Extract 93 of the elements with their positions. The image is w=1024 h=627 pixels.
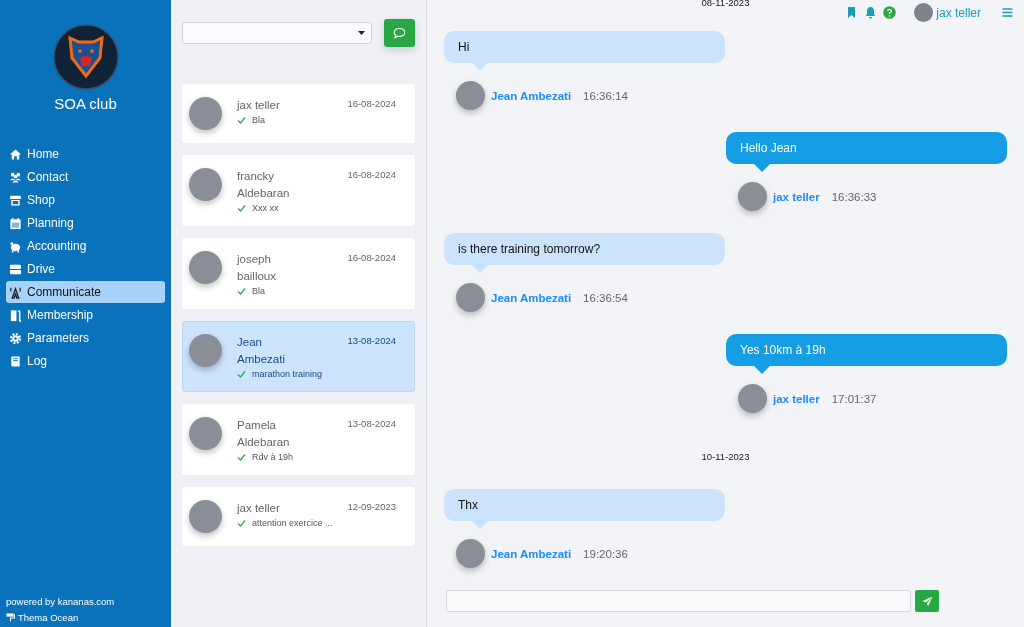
sidebar-item[interactable]: Membership — [6, 304, 165, 326]
message-time: 16:36:33 — [831, 190, 877, 203]
conversation-card[interactable]: jax teller 16-08-2024 Bla — [182, 84, 415, 143]
conversation-card[interactable]: jax teller 12-09-2023 attention exercice ... — [182, 487, 415, 546]
avatar-placeholder[interactable] — [914, 3, 934, 22]
message-preview: Bla — [252, 286, 265, 296]
message-input[interactable] — [446, 590, 911, 612]
avatar-placeholder — [456, 539, 485, 568]
sidebar-item[interactable]: Communicate — [6, 281, 165, 303]
sidebar-item[interactable]: Accounting — [6, 235, 165, 257]
avatar-placeholder — [456, 81, 485, 110]
contact-name: jax teller — [237, 98, 281, 113]
club-name: SOA club — [54, 95, 117, 112]
sidebar-item[interactable]: Home — [6, 143, 165, 165]
sidebar-item[interactable]: Contact — [6, 166, 165, 188]
check-icon — [237, 370, 246, 378]
door-icon — [9, 308, 22, 322]
message-time: 19:20:36 — [583, 547, 628, 560]
message-time: 16:36:14 — [583, 89, 628, 102]
conversation-card[interactable]: Jean Ambezati 13-08-2024 marathon training — [182, 321, 415, 392]
contact-name: Jean Ambezati — [237, 335, 286, 367]
sender-name: Jean Ambezati — [491, 291, 572, 304]
conversation-date: 16-08-2024 — [347, 98, 396, 109]
home-icon — [9, 147, 22, 161]
avatar-placeholder — [189, 500, 222, 533]
contact-name: jax teller — [237, 501, 281, 516]
settings-icon — [9, 331, 22, 345]
powered-by-text: powered by kananas.com — [6, 596, 116, 607]
avatar-placeholder — [189, 168, 222, 201]
theme-link[interactable]: Thema Ocean — [18, 612, 79, 623]
message-preview: Rdv à 19h — [252, 452, 294, 462]
message-bubble: Yes 10km à 19h — [726, 334, 1007, 374]
check-icon — [237, 116, 246, 124]
conversation-date: 16-08-2024 — [347, 169, 396, 180]
calendar-icon — [9, 216, 22, 230]
contact-name: joseph bailloux — [237, 252, 277, 284]
avatar-placeholder — [189, 251, 222, 284]
conversation-date: 13-08-2024 — [347, 335, 396, 346]
conversation-date: 16-08-2024 — [347, 252, 396, 263]
avatar-placeholder — [456, 283, 485, 312]
chat-bubble-icon — [393, 27, 406, 39]
user-name[interactable]: jax teller — [936, 5, 981, 20]
date-separator: 08-11-2023 — [701, 0, 750, 9]
sender-name: jax teller — [773, 190, 820, 203]
message-bubble: is there training tomorrow? — [444, 233, 725, 273]
message-time: 16:36:54 — [583, 291, 628, 304]
check-icon — [237, 519, 246, 527]
send-button[interactable] — [915, 590, 939, 612]
caret-icon — [358, 31, 365, 35]
message-bubble: Hello Jean — [726, 132, 1007, 172]
conversation-date: 13-08-2024 — [347, 418, 396, 429]
contact-name: Pamela Aldebaran — [237, 418, 291, 450]
message-bubble: Hi — [444, 31, 725, 71]
avatar-placeholder — [738, 182, 767, 211]
sender-name: Jean Ambezati — [491, 89, 572, 102]
sidebar-item[interactable]: Drive — [6, 258, 165, 280]
avatar-placeholder — [189, 334, 222, 367]
conversation-card[interactable]: francky Aldebaran 16-08-2024 Xxx xx — [182, 155, 415, 226]
store-icon — [9, 193, 22, 207]
check-icon — [237, 453, 246, 461]
message-preview: attention exercice ... — [252, 518, 333, 528]
antenna-icon — [9, 285, 22, 299]
paper-plane-icon — [921, 595, 933, 607]
sender-name: jax teller — [773, 392, 820, 405]
bell-icon[interactable] — [864, 6, 878, 19]
conversation-card[interactable]: Pamela Aldebaran 13-08-2024 Rdv à 19h — [182, 404, 415, 475]
date-separator: 10-11-2023 — [701, 451, 750, 463]
menu-icon[interactable] — [1001, 6, 1014, 19]
message-preview: Bla — [252, 115, 265, 125]
drive-icon — [9, 262, 22, 276]
conversation-card[interactable]: joseph bailloux 16-08-2024 Bla — [182, 238, 415, 309]
sidebar-item[interactable]: Log — [6, 350, 165, 372]
help-icon[interactable] — [883, 6, 897, 19]
sidebar-item[interactable]: Parameters — [6, 327, 165, 349]
check-icon — [237, 204, 246, 212]
sidebar-item[interactable]: Shop — [6, 189, 165, 211]
paint-roller-icon — [6, 613, 15, 622]
avatar-placeholder — [189, 417, 222, 450]
avatar-placeholder — [738, 384, 767, 413]
message-bubble: Thx — [444, 489, 725, 529]
avatar-placeholder — [189, 97, 222, 130]
recipient-select[interactable] — [182, 22, 372, 44]
sidebar-item[interactable]: Planning — [6, 212, 165, 234]
message-time: 17:01:37 — [831, 392, 877, 405]
sender-name: Jean Ambezati — [491, 547, 572, 560]
conversation-date: 12-09-2023 — [347, 501, 396, 512]
message-preview: Xxx xx — [252, 203, 279, 213]
new-message-button[interactable] — [384, 19, 415, 47]
check-icon — [237, 287, 246, 295]
users-icon — [9, 170, 22, 184]
message-preview: marathon training — [252, 369, 323, 379]
book-icon — [9, 354, 22, 368]
contact-name: francky Aldebaran — [237, 169, 291, 201]
